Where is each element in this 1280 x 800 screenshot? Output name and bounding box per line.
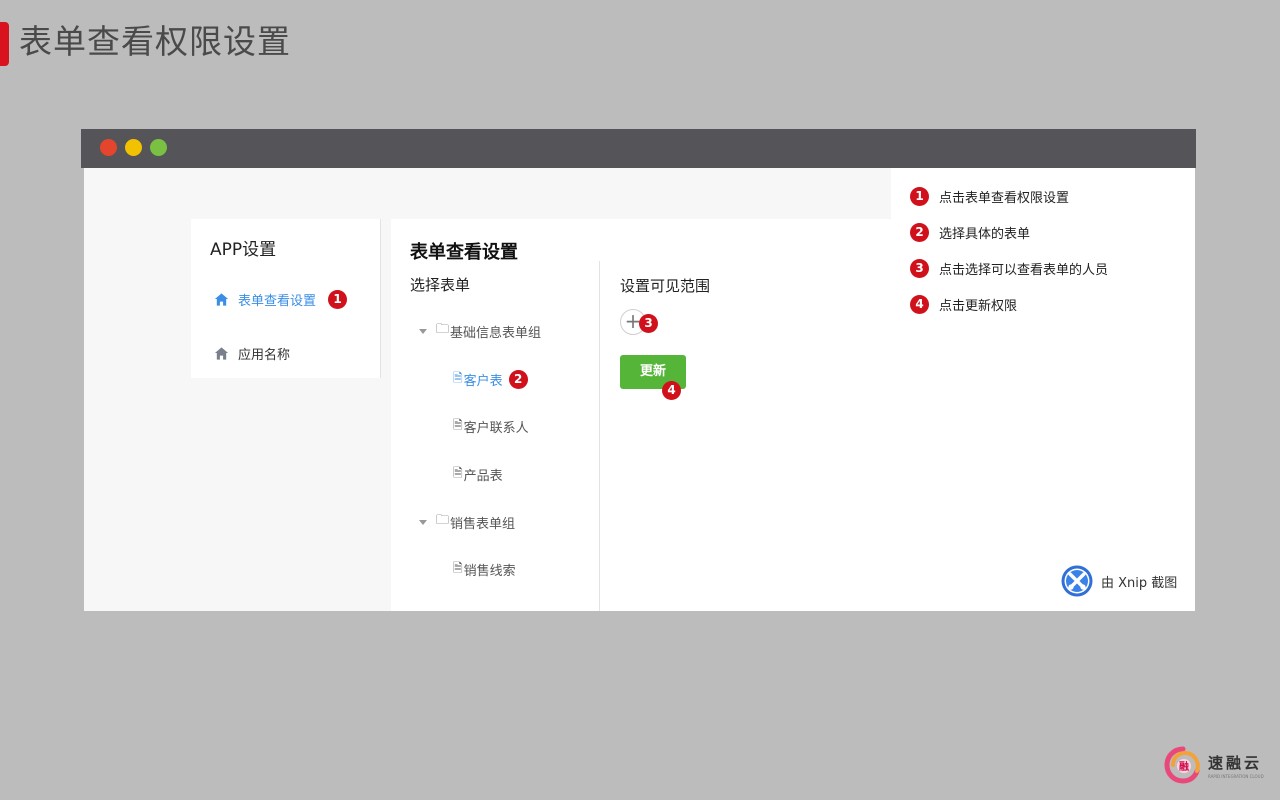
document-icon: 🗎 <box>453 417 463 432</box>
page-title: 表单查看设置 <box>410 242 518 263</box>
xnip-watermark: 由 Xnip 截图 <box>1061 565 1177 597</box>
tree-item-label: 客户表 <box>463 373 503 389</box>
tree-group-basic-info[interactable]: 🗀 基础信息表单组 <box>419 321 541 341</box>
step-number-badge: 4 <box>910 294 929 314</box>
close-window-button[interactable] <box>100 139 117 156</box>
instruction-step-3: 3 点击选择可以查看表单的人员 <box>910 258 1108 278</box>
visibility-scope-heading: 设置可见范围 <box>620 277 711 295</box>
brand-mark-icon: 融 <box>1164 746 1200 784</box>
instruction-text: 点击更新权限 <box>939 298 1018 314</box>
svg-text:融: 融 <box>1179 760 1189 773</box>
brand-tagline: RAPID INTEGRATION CLOUD <box>1208 773 1264 779</box>
xnip-logo-icon <box>1061 565 1093 597</box>
document-icon: 🗎 <box>453 560 463 575</box>
document-icon: 🗎 <box>453 465 463 480</box>
select-form-heading: 选择表单 <box>410 276 471 294</box>
tree-item-customer-form[interactable]: 🗎 客户表 2 <box>453 369 528 389</box>
instruction-text: 选择具体的表单 <box>939 226 1031 242</box>
column-divider <box>599 261 600 611</box>
sidebar-divider <box>380 219 381 378</box>
maximize-window-button[interactable] <box>150 139 167 156</box>
instruction-step-1: 1 点击表单查看权限设置 <box>910 186 1069 206</box>
minimize-window-button[interactable] <box>125 139 142 156</box>
tree-item-product-form[interactable]: 🗎 产品表 <box>453 464 503 484</box>
form-view-settings-panel: 表单查看设置 选择表单 设置可见范围 🗀 基础信息表单组 🗎 客户表 2 🗎 客… <box>391 219 891 611</box>
tree-item-label: 产品表 <box>463 468 503 484</box>
step-number-badge: 3 <box>910 258 929 278</box>
step-number-badge: 1 <box>910 186 929 206</box>
tree-item-label: 销售表单组 <box>450 516 516 532</box>
sidebar-item-form-view-settings[interactable]: 表单查看设置 1 <box>214 288 348 310</box>
instruction-step-2: 2 选择具体的表单 <box>910 222 1030 242</box>
tree-item-label: 客户联系人 <box>463 420 529 436</box>
tree-item-customer-contacts[interactable]: 🗎 客户联系人 <box>453 416 529 436</box>
home-icon <box>214 346 229 360</box>
folder-icon: 🗀 <box>436 513 450 528</box>
step-badge-4: 4 <box>662 381 681 400</box>
sidebar-item-label: 应用名称 <box>238 347 291 363</box>
brand-name: 速融云 <box>1208 753 1263 772</box>
slide-title: 表单查看权限设置 <box>19 22 291 61</box>
caret-down-icon[interactable] <box>419 519 427 525</box>
home-icon <box>214 292 229 306</box>
window-content: APP设置 表单查看设置 1 应用名称 表单查看设置 选择表单 设置可见范围 🗀… <box>84 168 1195 611</box>
sidebar-item-label: 表单查看设置 <box>238 293 317 309</box>
tree-group-sales[interactable]: 🗀 销售表单组 <box>419 512 515 532</box>
sidebar-item-app-name[interactable]: 应用名称 <box>214 342 290 364</box>
window-titlebar <box>81 129 1196 168</box>
instructions-panel: 1 点击表单查看权限设置 2 选择具体的表单 3 点击选择可以查看表单的人员 4… <box>891 168 1195 611</box>
brand-logo: 融 速融云 RAPID INTEGRATION CLOUD <box>1162 744 1264 786</box>
step-badge-2: 2 <box>508 369 528 389</box>
tree-item-sales-leads[interactable]: 🗎 销售线索 <box>453 559 516 579</box>
app-settings-sidebar: APP设置 表单查看设置 1 应用名称 <box>191 219 380 378</box>
watermark-text: 由 Xnip 截图 <box>1101 575 1178 591</box>
slide-title-accent-bar <box>0 22 9 66</box>
instruction-text: 点击选择可以查看表单的人员 <box>939 262 1109 278</box>
document-icon: 🗎 <box>453 370 463 385</box>
folder-icon: 🗀 <box>436 322 450 337</box>
instruction-step-4: 4 点击更新权限 <box>910 294 1017 314</box>
app-window: APP设置 表单查看设置 1 应用名称 表单查看设置 选择表单 设置可见范围 🗀… <box>81 129 1196 612</box>
tree-item-label: 销售线索 <box>463 563 516 579</box>
instruction-text: 点击表单查看权限设置 <box>939 190 1070 206</box>
step-badge-3: 3 <box>639 314 658 333</box>
sidebar-title: APP设置 <box>210 240 277 260</box>
tree-item-label: 基础信息表单组 <box>450 325 542 341</box>
caret-down-icon[interactable] <box>419 328 427 334</box>
step-number-badge: 2 <box>910 222 929 242</box>
step-badge-1: 1 <box>328 289 348 309</box>
